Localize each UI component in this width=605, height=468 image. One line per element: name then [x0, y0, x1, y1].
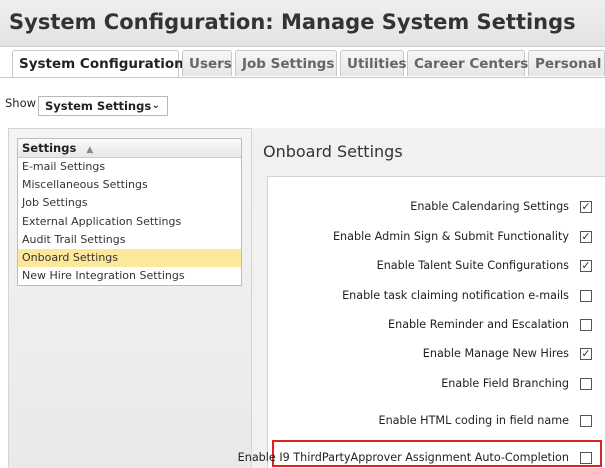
option-label-talent-suite: Enable Talent Suite Configurations: [376, 259, 569, 272]
option-label-reminder-escalation: Enable Reminder and Escalation: [388, 318, 569, 331]
onboard-settings-title: Onboard Settings: [263, 142, 403, 161]
settings-item-external-application[interactable]: External Application Settings: [18, 213, 241, 231]
settings-item-email[interactable]: E-mail Settings: [18, 158, 241, 176]
settings-item-new-hire-integration[interactable]: New Hire Integration Settings: [18, 267, 241, 285]
tab-utilities[interactable]: Utilities: [340, 50, 407, 76]
checkbox-reminder-escalation[interactable]: [580, 319, 592, 331]
checkmark-icon: ✓: [581, 200, 591, 213]
tab-job-settings[interactable]: Job Settings: [235, 50, 337, 76]
show-label: Show: [5, 96, 37, 110]
show-select[interactable]: System Settings ⌄: [38, 96, 168, 116]
option-label-task-claiming: Enable task claiming notification e-mail…: [342, 289, 569, 302]
settings-item-job[interactable]: Job Settings: [18, 194, 241, 212]
show-select-value: System Settings: [45, 99, 152, 113]
tab-divider: [0, 77, 605, 78]
checkbox-manage-new-hires[interactable]: ✓: [580, 348, 592, 360]
page-title: System Configuration: Manage System Sett…: [9, 10, 576, 34]
option-label-i9-auto-completion: Enable I9 ThirdPartyApprover Assignment …: [237, 451, 569, 464]
tab-system-configuration[interactable]: System Configuration: [12, 50, 184, 78]
option-label-field-branching: Enable Field Branching: [441, 377, 569, 390]
tab-personal-settings[interactable]: Personal S: [528, 50, 605, 76]
checkbox-field-branching[interactable]: [580, 378, 592, 390]
option-label-manage-new-hires: Enable Manage New Hires: [422, 347, 569, 360]
option-label-admin-sign-submit: Enable Admin Sign & Submit Functionality: [332, 230, 569, 243]
option-label-calendaring: Enable Calendaring Settings: [410, 200, 569, 213]
tab-career-centers[interactable]: Career Centers: [407, 50, 528, 76]
settings-item-onboard[interactable]: Onboard Settings: [18, 248, 241, 268]
checkmark-icon: ✓: [581, 347, 591, 360]
checkmark-icon: ✓: [581, 230, 591, 243]
checkbox-html-coding[interactable]: [580, 415, 592, 427]
checkbox-talent-suite[interactable]: ✓: [580, 260, 592, 272]
settings-list: Settings ▲ E-mail Settings Miscellaneous…: [17, 138, 242, 287]
settings-list-header[interactable]: Settings ▲: [18, 139, 241, 158]
sort-ascending-icon[interactable]: ▲: [86, 141, 93, 159]
page-header: System Configuration: Manage System Sett…: [0, 0, 605, 47]
checkmark-icon: ✓: [581, 259, 591, 272]
checkbox-i9-auto-completion[interactable]: [580, 452, 592, 464]
checkbox-calendaring[interactable]: ✓: [580, 201, 592, 213]
settings-item-miscellaneous[interactable]: Miscellaneous Settings: [18, 176, 241, 194]
checkbox-task-claiming[interactable]: [580, 290, 592, 302]
chevron-down-icon: ⌄: [151, 100, 160, 111]
settings-header-label: Settings: [22, 141, 77, 155]
tab-users[interactable]: Users: [182, 50, 232, 76]
checkbox-admin-sign-submit[interactable]: ✓: [580, 231, 592, 243]
option-label-html-coding: Enable HTML coding in field name: [378, 414, 569, 427]
settings-item-audit-trail[interactable]: Audit Trail Settings: [18, 231, 241, 249]
